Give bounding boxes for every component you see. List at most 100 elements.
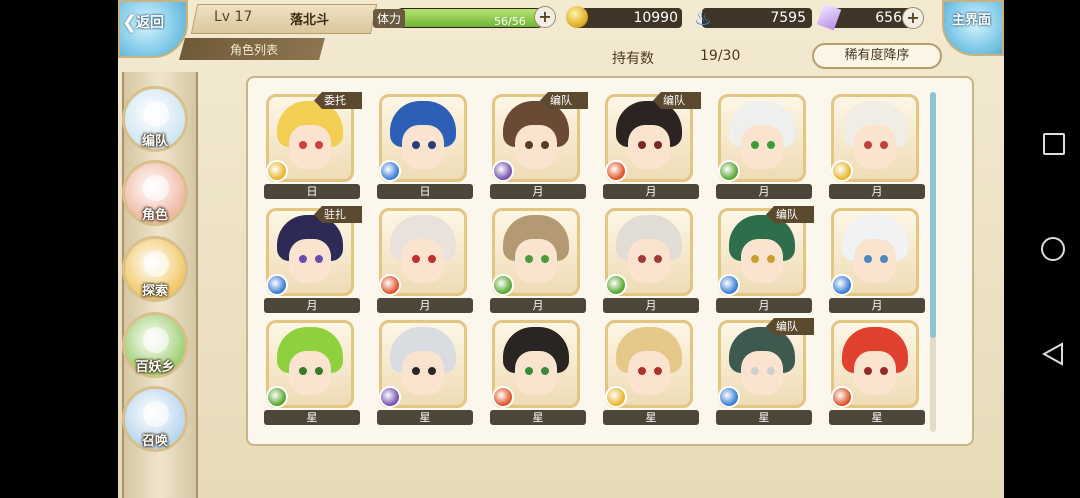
character-card[interactable]: 月	[601, 204, 701, 316]
character-status-tag: 驻扎中	[314, 206, 362, 223]
character-rank-label: 月	[603, 298, 699, 313]
character-face	[628, 125, 670, 169]
swirl-icon	[143, 401, 169, 427]
character-eye	[767, 141, 775, 149]
cat-icon	[143, 101, 169, 127]
character-eye	[428, 255, 436, 263]
water-attribute-icon	[718, 386, 740, 408]
soul-fire-value: 7595	[770, 10, 806, 26]
character-status-tag: 编队中	[766, 206, 814, 223]
left-letterbox	[0, 0, 118, 498]
character-face	[741, 239, 783, 283]
character-card[interactable]: 星	[601, 316, 701, 428]
side-menu-label-2: 探索	[141, 284, 168, 299]
character-face	[741, 351, 783, 395]
character-face	[854, 125, 896, 169]
water-attribute-icon	[379, 160, 401, 182]
character-eye	[880, 367, 888, 375]
character-eye	[299, 255, 307, 263]
character-card[interactable]: 编队中月	[601, 90, 701, 202]
character-eye	[751, 141, 759, 149]
tab-character-list-label: 角色列表	[230, 43, 279, 57]
water-attribute-icon	[831, 274, 853, 296]
character-card[interactable]: 委托中日	[262, 90, 362, 202]
character-face	[289, 351, 331, 395]
fire-attribute-icon	[492, 386, 514, 408]
character-rank-label: 月	[716, 184, 812, 199]
character-card[interactable]: 日	[375, 90, 475, 202]
character-rank-label: 月	[377, 298, 473, 313]
character-card[interactable]: 月	[714, 90, 814, 202]
character-eye	[428, 141, 436, 149]
fire-attribute-icon	[379, 274, 401, 296]
character-face	[402, 125, 444, 169]
character-face	[854, 351, 896, 395]
character-eye	[299, 141, 307, 149]
character-rank-label: 星	[716, 410, 812, 425]
character-eye	[880, 141, 888, 149]
character-face	[289, 239, 331, 283]
character-eye	[428, 367, 436, 375]
side-menu-label-0: 编队	[141, 134, 168, 149]
house-icon	[143, 327, 169, 353]
back-label: 返回	[136, 15, 164, 31]
sun-attribute-icon	[831, 160, 853, 182]
character-card[interactable]: 月	[827, 90, 927, 202]
character-rank-label: 星	[264, 410, 360, 425]
character-card[interactable]: 编队中星	[714, 316, 814, 428]
wind-attribute-icon	[492, 274, 514, 296]
character-eye	[525, 141, 533, 149]
character-eye	[767, 367, 775, 375]
home-circle-icon[interactable]	[1041, 237, 1065, 261]
side-menu-label-4: 召唤	[141, 434, 168, 449]
add-crystal-button[interactable]: +	[902, 7, 924, 29]
character-eye	[541, 141, 549, 149]
character-card[interactable]: 星	[262, 316, 362, 428]
character-eye	[541, 367, 549, 375]
character-card[interactable]: 编队中月	[488, 90, 588, 202]
character-rank-label: 星	[829, 410, 925, 425]
character-card[interactable]: 月	[375, 204, 475, 316]
character-card[interactable]: 编队中月	[714, 204, 814, 316]
character-eye	[412, 141, 420, 149]
character-card[interactable]: 月	[488, 204, 588, 316]
grid-scroll-thumb[interactable]	[930, 92, 936, 338]
character-eye	[315, 367, 323, 375]
wind-attribute-icon	[605, 274, 627, 296]
character-eye	[412, 255, 420, 263]
add-stamina-button[interactable]: +	[534, 6, 556, 28]
sort-rarity-desc-button[interactable]: 稀有度降序	[812, 43, 942, 69]
recents-square-icon[interactable]	[1043, 133, 1065, 155]
gold-value: 10990	[633, 10, 678, 26]
character-eye	[864, 141, 872, 149]
character-face	[628, 351, 670, 395]
character-eye	[638, 141, 646, 149]
character-icon	[143, 175, 169, 201]
character-face	[402, 239, 444, 283]
game-screen: ❮ 返回 Lv 17 落北斗 角色列表 体力 56/56 + 10990 ♨ 7…	[118, 0, 1004, 498]
back-triangle-icon[interactable]	[1042, 342, 1064, 366]
player-level: Lv 17	[214, 9, 253, 25]
character-face	[289, 125, 331, 169]
character-eye	[864, 255, 872, 263]
character-face	[402, 351, 444, 395]
character-eye	[654, 367, 662, 375]
character-card[interactable]: 星	[375, 316, 475, 428]
character-card[interactable]: 月	[827, 204, 927, 316]
character-rank-label: 月	[716, 298, 812, 313]
water-attribute-icon	[718, 274, 740, 296]
character-eye	[315, 255, 323, 263]
wind-attribute-icon	[718, 160, 740, 182]
character-eye	[767, 255, 775, 263]
character-eye	[412, 367, 420, 375]
owned-count-value: 19/30	[700, 48, 741, 64]
character-card[interactable]: 星	[488, 316, 588, 428]
gold-coin-icon	[566, 6, 588, 28]
character-card[interactable]: 星	[827, 316, 927, 428]
blue-flame-icon: ♨	[694, 6, 712, 30]
back-arrow-icon: ❮	[122, 12, 138, 33]
fire-attribute-icon	[831, 386, 853, 408]
stamina-label: 体力	[373, 9, 406, 28]
character-card[interactable]: 驻扎中月	[262, 204, 362, 316]
character-eye	[638, 367, 646, 375]
